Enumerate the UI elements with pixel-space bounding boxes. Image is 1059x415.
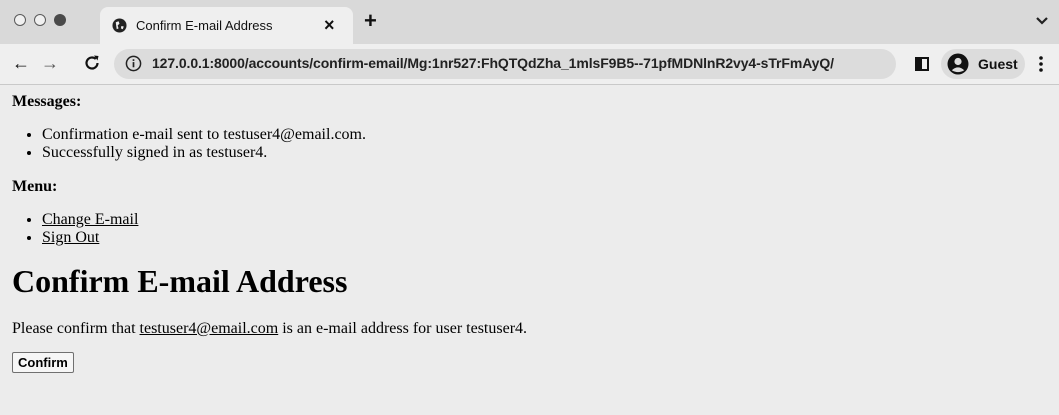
close-window-button[interactable] (14, 14, 26, 26)
page-title: Confirm E-mail Address (12, 263, 348, 299)
menu-heading: Menu: (12, 178, 58, 195)
browser-tab[interactable]: Confirm E-mail Address × (100, 7, 353, 44)
address-bar[interactable]: 127.0.0.1:8000/accounts/confirm-email/Mg… (114, 49, 896, 79)
messages-heading: Messages: (12, 93, 82, 110)
side-panel-icon[interactable] (915, 57, 929, 71)
confirm-button[interactable]: Confirm (12, 352, 74, 373)
back-button[interactable]: ← (10, 52, 32, 74)
zoom-window-button[interactable] (54, 14, 66, 26)
profile-button[interactable]: Guest (941, 49, 1025, 79)
minimize-window-button[interactable] (34, 14, 46, 26)
tab-strip: Confirm E-mail Address × + (0, 0, 1059, 44)
page-content: Messages: Confirmation e-mail sent to te… (12, 85, 1052, 373)
forward-button[interactable]: → (39, 52, 61, 74)
tab-close-icon[interactable]: × (324, 14, 335, 36)
url-path: :8000/accounts/confirm-email/Mg:1nr527:F… (209, 55, 835, 71)
confirmation-text-after: is an e-mail address for user testuser4. (278, 320, 528, 337)
message-item: Successfully signed in as testuser4. (42, 144, 1052, 162)
info-icon[interactable] (125, 55, 142, 72)
new-tab-button[interactable]: + (364, 9, 377, 33)
message-item: Confirmation e-mail sent to testuser4@em… (42, 126, 1052, 144)
menu-list: Change E-mail Sign Out (12, 211, 1052, 247)
url-text: 127.0.0.1:8000/accounts/confirm-email/Mg… (152, 55, 834, 71)
sign-out-link[interactable]: Sign Out (42, 229, 99, 246)
profile-avatar-icon (947, 53, 969, 75)
menu-item: Sign Out (42, 229, 1052, 247)
menu-item: Change E-mail (42, 211, 1052, 229)
confirmation-text: Please confirm that testuser4@email.com … (12, 320, 1052, 338)
reload-icon[interactable] (82, 53, 102, 73)
chevron-down-icon[interactable] (1035, 16, 1049, 26)
confirmation-text-before: Please confirm that (12, 320, 140, 337)
browser-toolbar: ← → 127.0.0.1:8000/accounts/confirm-emai… (0, 44, 1059, 85)
email-link[interactable]: testuser4@email.com (140, 320, 279, 337)
change-email-link[interactable]: Change E-mail (42, 211, 138, 228)
profile-name: Guest (978, 56, 1018, 72)
tab-title: Confirm E-mail Address (136, 18, 273, 33)
more-menu-icon[interactable] (1038, 55, 1044, 73)
messages-list: Confirmation e-mail sent to testuser4@em… (12, 126, 1052, 162)
url-host: 127.0.0.1 (152, 55, 210, 71)
globe-icon (112, 18, 127, 33)
